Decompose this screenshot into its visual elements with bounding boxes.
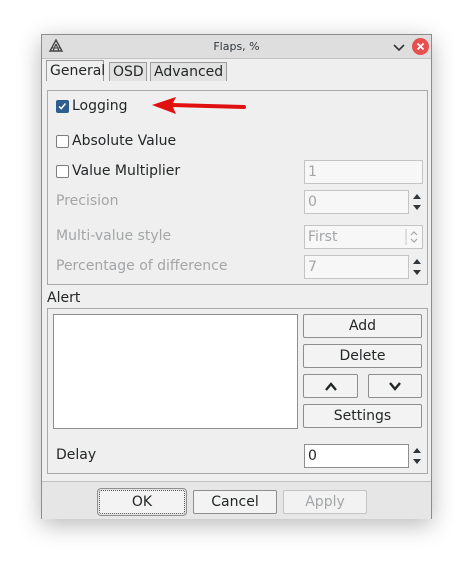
window-title: Flaps, %	[213, 40, 260, 53]
settings-button[interactable]: Settings	[303, 404, 422, 428]
red-arrow-annotation-icon	[152, 97, 246, 114]
checkmark-icon	[58, 103, 67, 110]
tab-general[interactable]: General	[46, 60, 105, 81]
apply-button[interactable]: Apply	[283, 490, 367, 514]
alert-panel: Add Delete Settings Delay 0	[47, 308, 428, 474]
title-bar[interactable]: Flaps, %	[42, 35, 431, 59]
value-multiplier-label[interactable]: Value Multiplier	[72, 163, 180, 179]
updown-arrows-icon	[405, 229, 418, 245]
multi-value-style-label: Multi-value style	[56, 228, 172, 244]
ok-button[interactable]: OK	[97, 488, 187, 516]
close-icon	[416, 42, 425, 51]
value-multiplier-field[interactable]: 1	[304, 160, 423, 184]
precision-spinner-icon[interactable]	[411, 190, 423, 214]
close-button[interactable]	[412, 38, 429, 55]
absolute-value-checkbox[interactable]	[56, 135, 69, 148]
chevron-up-icon	[324, 382, 337, 391]
dialog-footer: OK Cancel Apply	[42, 481, 431, 519]
alert-list[interactable]	[53, 314, 298, 429]
logging-label[interactable]: Logging	[72, 98, 128, 114]
absolute-value-label[interactable]: Absolute Value	[72, 133, 176, 149]
precision-label: Precision	[56, 193, 119, 209]
multi-value-style-value: First	[308, 229, 338, 245]
move-down-button[interactable]	[368, 374, 422, 398]
general-panel: Logging Absolute Value Value Multiplier …	[47, 90, 428, 285]
add-button[interactable]: Add	[303, 314, 422, 338]
value-multiplier-checkbox[interactable]	[56, 165, 69, 178]
move-up-button[interactable]	[303, 374, 358, 398]
logging-checkbox[interactable]	[56, 100, 69, 113]
precision-field[interactable]: 0	[304, 190, 409, 214]
chevron-down-icon	[389, 382, 401, 391]
percentage-difference-field[interactable]: 7	[304, 255, 409, 279]
percentage-difference-label: Percentage of difference	[56, 258, 228, 274]
alert-section-label: Alert	[47, 290, 81, 306]
tab-osd[interactable]: OSD	[109, 62, 147, 81]
cancel-button[interactable]: Cancel	[193, 490, 277, 514]
delay-field[interactable]: 0	[304, 444, 409, 468]
multi-value-style-select[interactable]: First	[304, 225, 423, 249]
delay-label: Delay	[56, 447, 97, 463]
tab-advanced[interactable]: Advanced	[150, 62, 227, 81]
delay-spinner-icon[interactable]	[411, 444, 423, 468]
minimize-chevron-icon[interactable]	[391, 39, 407, 55]
delete-button[interactable]: Delete	[303, 344, 422, 368]
percentage-spinner-icon[interactable]	[411, 255, 423, 279]
